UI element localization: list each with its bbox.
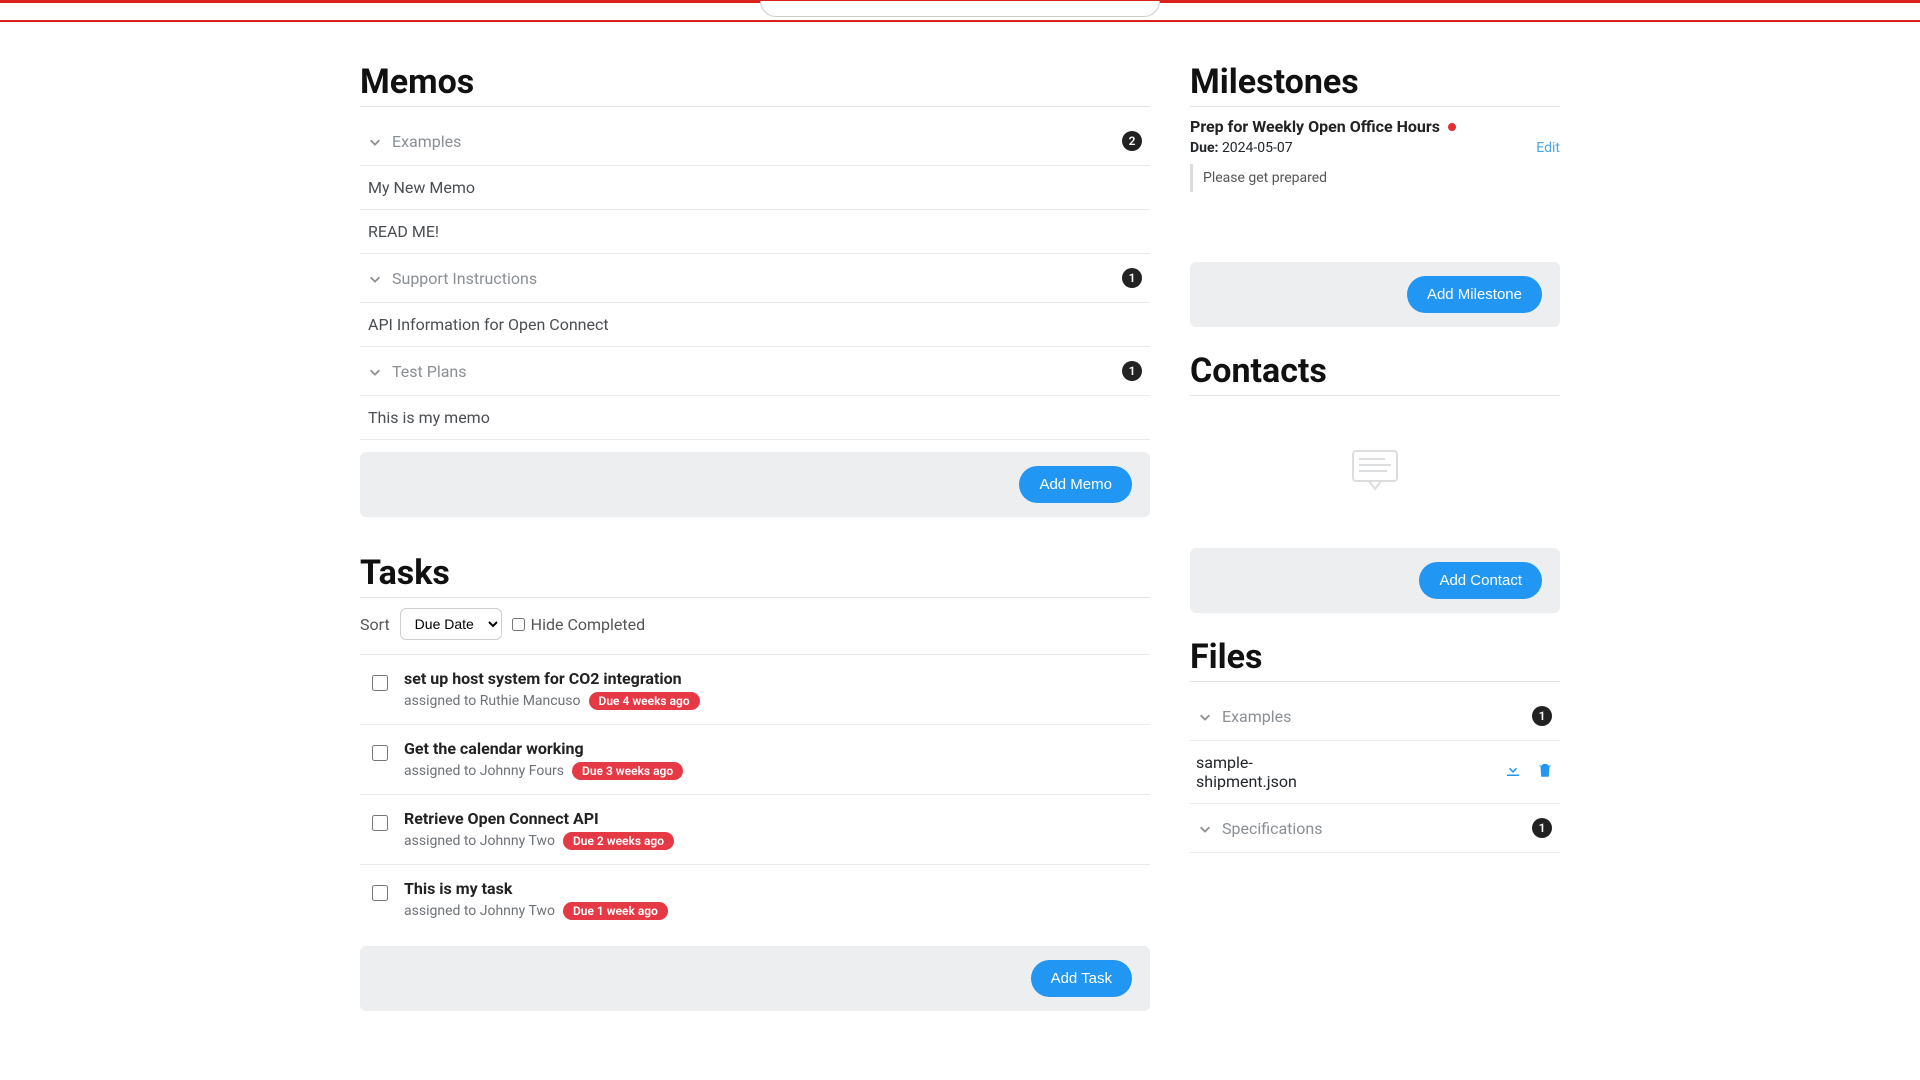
- chevron-down-icon: [368, 134, 382, 148]
- task-title: This is my task: [404, 879, 668, 898]
- count-badge: 1: [1122, 361, 1142, 381]
- hide-completed-toggle[interactable]: Hide Completed: [512, 615, 645, 634]
- milestone-card: Prep for Weekly Open Office Hours Due: 2…: [1190, 117, 1560, 192]
- file-row: sample-shipment.json: [1190, 741, 1560, 804]
- file-name: sample-shipment.json: [1196, 753, 1336, 791]
- milestones-action-bar: Add Milestone: [1190, 262, 1560, 327]
- due-pill: Due 4 weeks ago: [589, 692, 700, 710]
- divider: [360, 597, 1150, 598]
- task-assigned: assigned to Ruthie Mancuso: [404, 693, 581, 709]
- due-pill: Due 1 week ago: [563, 902, 668, 920]
- task-row[interactable]: Retrieve Open Connect API assigned to Jo…: [360, 794, 1150, 864]
- add-task-button[interactable]: Add Task: [1031, 960, 1132, 997]
- chevron-down-icon: [1198, 821, 1212, 835]
- file-group-name: Examples: [1222, 707, 1291, 726]
- contacts-title: Contacts: [1190, 351, 1560, 391]
- task-assigned: assigned to Johnny Two: [404, 903, 555, 919]
- memo-row[interactable]: My New Memo: [360, 166, 1150, 210]
- memo-row-label: READ ME!: [368, 222, 439, 241]
- memo-group-name: Examples: [392, 132, 461, 151]
- status-dot-icon: [1448, 123, 1456, 131]
- count-badge: 2: [1122, 131, 1142, 151]
- sort-label: Sort: [360, 615, 390, 634]
- milestones-title: Milestones: [1190, 62, 1560, 102]
- memo-group-header[interactable]: Support Instructions 1: [360, 254, 1150, 303]
- memos-title: Memos: [360, 62, 1150, 102]
- edit-link[interactable]: Edit: [1536, 140, 1560, 156]
- memo-row[interactable]: This is my memo: [360, 396, 1150, 440]
- memo-group-name: Test Plans: [392, 362, 467, 381]
- memo-group-header[interactable]: Examples 2: [360, 117, 1150, 166]
- sort-select[interactable]: Due Date: [400, 608, 502, 640]
- due-label: Due:: [1190, 140, 1218, 156]
- task-checkbox[interactable]: [372, 885, 388, 901]
- divider: [360, 106, 1150, 107]
- download-icon[interactable]: [1504, 761, 1522, 783]
- left-column: Memos Examples 2 My New Memo READ ME!: [360, 62, 1150, 1011]
- memos-section: Memos Examples 2 My New Memo READ ME!: [360, 62, 1150, 517]
- task-row[interactable]: This is my task assigned to Johnny Two D…: [360, 864, 1150, 934]
- task-title: Retrieve Open Connect API: [404, 809, 674, 828]
- files-title: Files: [1190, 637, 1560, 677]
- memo-row-label: API Information for Open Connect: [368, 315, 609, 334]
- hide-completed-checkbox[interactable]: [512, 618, 525, 631]
- task-row[interactable]: set up host system for CO2 integration a…: [360, 654, 1150, 724]
- milestone-note: Please get prepared: [1190, 164, 1560, 192]
- task-assigned: assigned to Johnny Two: [404, 833, 555, 849]
- task-row[interactable]: Get the calendar working assigned to Joh…: [360, 724, 1150, 794]
- tasks-section: Tasks Sort Due Date Hide Completed set u…: [360, 553, 1150, 1011]
- task-title: Get the calendar working: [404, 739, 683, 758]
- milestone-title-text: Prep for Weekly Open Office Hours: [1190, 117, 1440, 136]
- due-pill: Due 3 weeks ago: [572, 762, 683, 780]
- memo-group-header[interactable]: Test Plans 1: [360, 347, 1150, 396]
- task-checkbox[interactable]: [372, 675, 388, 691]
- file-group-header[interactable]: Specifications 1: [1190, 804, 1560, 853]
- file-group-header[interactable]: Examples 1: [1190, 692, 1560, 741]
- file-group-name: Specifications: [1222, 819, 1323, 838]
- memo-row[interactable]: API Information for Open Connect: [360, 303, 1150, 347]
- hide-completed-label: Hide Completed: [531, 615, 645, 634]
- tasks-action-bar: Add Task: [360, 946, 1150, 1011]
- count-badge: 1: [1532, 818, 1552, 838]
- right-column: Milestones Prep for Weekly Open Office H…: [1190, 62, 1560, 1011]
- memo-group-name: Support Instructions: [392, 269, 537, 288]
- contacts-action-bar: Add Contact: [1190, 548, 1560, 613]
- task-assigned: assigned to Johnny Fours: [404, 763, 564, 779]
- task-checkbox[interactable]: [372, 815, 388, 831]
- chevron-down-icon: [368, 364, 382, 378]
- contacts-empty-state: [1190, 406, 1560, 536]
- memo-row-label: This is my memo: [368, 408, 490, 427]
- count-badge: 1: [1532, 706, 1552, 726]
- chevron-down-icon: [368, 271, 382, 285]
- add-contact-button[interactable]: Add Contact: [1419, 562, 1542, 599]
- task-title: set up host system for CO2 integration: [404, 669, 700, 688]
- files-section: Files Examples 1 sample-shipment.json: [1190, 637, 1560, 853]
- divider: [1190, 106, 1560, 107]
- task-checkbox[interactable]: [372, 745, 388, 761]
- tasks-title: Tasks: [360, 553, 1150, 593]
- add-memo-button[interactable]: Add Memo: [1019, 466, 1132, 503]
- page-container: Memos Examples 2 My New Memo READ ME!: [360, 22, 1560, 1051]
- memo-row-label: My New Memo: [368, 178, 475, 197]
- search-pill[interactable]: [760, 1, 1160, 17]
- count-badge: 1: [1122, 268, 1142, 288]
- memo-row[interactable]: READ ME!: [360, 210, 1150, 254]
- due-value: 2024-05-07: [1222, 140, 1293, 156]
- contacts-section: Contacts Add Contact: [1190, 351, 1560, 613]
- chevron-down-icon: [1198, 709, 1212, 723]
- trash-icon[interactable]: [1536, 761, 1554, 783]
- top-bar: [0, 0, 1920, 22]
- due-pill: Due 2 weeks ago: [563, 832, 674, 850]
- milestones-section: Milestones Prep for Weekly Open Office H…: [1190, 62, 1560, 327]
- add-milestone-button[interactable]: Add Milestone: [1407, 276, 1542, 313]
- contact-card-icon: [1347, 447, 1403, 495]
- memos-action-bar: Add Memo: [360, 452, 1150, 517]
- divider: [1190, 681, 1560, 682]
- divider: [1190, 395, 1560, 396]
- tasks-controls: Sort Due Date Hide Completed: [360, 608, 1150, 640]
